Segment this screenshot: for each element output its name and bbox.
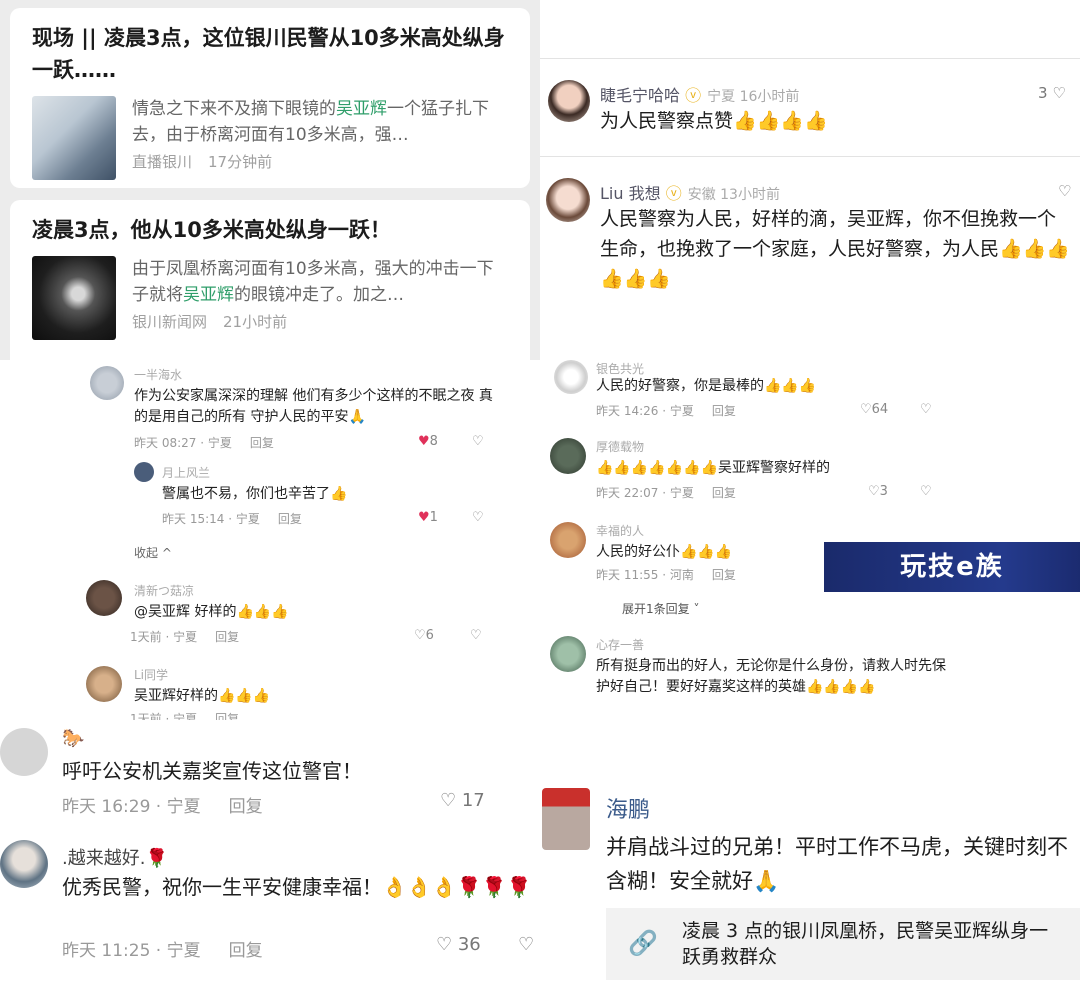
avatar xyxy=(134,462,154,482)
like-button[interactable]: ♡ xyxy=(1058,182,1071,200)
news-title: 现场 || 凌晨3点，这位银川民警从10多米高处纵身一跃…… xyxy=(32,26,505,82)
like-button[interactable]: ♥8 xyxy=(418,434,438,449)
avatar xyxy=(0,840,48,888)
comment-text: 👍👍👍👍👍👍👍吴亚辉警察好样的 xyxy=(596,460,831,476)
comment-author: 银色共光 xyxy=(596,362,645,376)
like-button[interactable]: ♡3 xyxy=(868,484,888,499)
comment-meta: 昨天 22:07 · 宁夏 回复 xyxy=(596,486,736,500)
divider xyxy=(540,58,1080,59)
avatar xyxy=(554,360,588,394)
comment-author: 厚德载物 xyxy=(596,440,645,454)
comments-panel-top-right: 睫毛宁哈哈 ⓥ 宁夏 16小时前 3 ♡ 为人民警察点赞👍👍👍👍 Liu 我想 ⓥ… xyxy=(540,0,1080,360)
comment-text: 吴亚辉好样的👍👍👍 xyxy=(134,688,271,704)
expand-replies-button[interactable]: 展开1条回复 ˅ xyxy=(622,600,699,617)
collapse-replies-button[interactable]: 收起 ^ xyxy=(134,544,172,561)
news-meta: 直播银川 17分钟前 xyxy=(132,153,273,171)
comment-meta: 昨天 16:29 · 宁夏 回复 xyxy=(62,797,263,817)
comment-text: 所有挺身而出的好人，无论你是什么身份，请救人时先保护好自己！要好好嘉奖这样的英雄… xyxy=(596,658,946,695)
avatar xyxy=(0,728,48,776)
avatar xyxy=(546,178,590,222)
comment-text: 人民的好公仆👍👍👍 xyxy=(596,544,733,560)
dislike-icon[interactable]: ♡ xyxy=(920,484,932,499)
news-thumbnail xyxy=(32,256,116,340)
comment-author: 🐎 xyxy=(62,728,85,749)
news-card-1[interactable]: 现场 || 凌晨3点，这位银川民警从10多米高处纵身一跃…… 情急之下来不及摘下… xyxy=(10,8,530,188)
comment-author: 月上风兰 xyxy=(162,466,211,480)
news-card-2[interactable]: 凌晨3点，他从10多米高处纵身一跃！ 由于凤凰桥离河面有10多米高，强大的冲击一… xyxy=(10,200,530,360)
comment-author: 清新つ菇凉 xyxy=(134,584,195,598)
comment-author: 一半海水 xyxy=(134,368,183,382)
comment-text: 呼吁公安机关嘉奖宣传这位警官！ xyxy=(62,759,362,783)
dislike-icon[interactable]: ♡ xyxy=(470,628,482,643)
like-button[interactable]: 3 ♡ xyxy=(1038,84,1066,102)
comment-author: 睫毛宁哈哈 ⓥ 宁夏 16小时前 xyxy=(600,86,800,105)
comment-meta: 1天前 · 宁夏 回复 xyxy=(130,712,240,720)
news-summary: 由于凤凰桥离河面有10多米高，强大的冲击一下子就将吴亚辉的眼镜冲走了。加之… xyxy=(132,259,494,305)
like-button[interactable]: ♡ 17 xyxy=(440,790,485,811)
dislike-icon[interactable]: ♡ xyxy=(472,434,484,449)
news-summary: 情急之下来不及摘下眼镜的吴亚辉一个猛子扎下去，由于桥离河面有10多米高，强… xyxy=(132,99,489,145)
avatar xyxy=(550,438,586,474)
comment-text: 并肩战斗过的兄弟！平时工作不马虎，关键时刻不含糊！安全就好🙏 xyxy=(606,835,1068,893)
divider xyxy=(540,156,1080,157)
like-button[interactable]: ♡ 36 xyxy=(436,934,481,955)
avatar xyxy=(550,522,586,558)
linked-article[interactable]: 🔗 凌晨 3 点的银川凤凰桥，民警吴亚辉纵身一跃勇救群众 xyxy=(606,908,1080,980)
comment-meta: 昨天 11:25 · 宁夏 回复 xyxy=(62,941,263,961)
comment-author: 海鹏 xyxy=(606,798,651,823)
avatar xyxy=(86,666,122,702)
comment-meta: 1天前 · 宁夏 回复 xyxy=(130,630,240,644)
like-button[interactable]: ♡64 xyxy=(860,402,888,417)
comment-meta: 昨天 08:27 · 宁夏 回复 xyxy=(134,436,274,450)
comments-panel-mid-left: 一半海水 作为公安家属深深的理解 他们有多少个这样的不眠之夜 真的是用自己的所有… xyxy=(0,360,540,720)
avatar xyxy=(550,636,586,672)
news-title: 凌晨3点，他从10多米高处纵身一跃！ xyxy=(32,218,391,242)
avatar xyxy=(542,788,590,850)
dislike-icon[interactable]: ♡ xyxy=(518,934,534,955)
comment-author: Liu 我想 ⓥ 安徽 13小时前 xyxy=(600,184,780,203)
comments-panel-bottom-left: 🐎 呼吁公安机关嘉奖宣传这位警官！ 昨天 16:29 · 宁夏 回复 ♡ 17 .… xyxy=(0,720,540,982)
avatar xyxy=(86,580,122,616)
comments-panel-bottom-right: 海鹏 并肩战斗过的兄弟！平时工作不马虎，关键时刻不含糊！安全就好🙏 🔗 凌晨 3… xyxy=(540,720,1080,982)
comment-author: Li同学 xyxy=(134,668,169,682)
comment-author: .越来越好.🌹 xyxy=(62,848,168,869)
dislike-icon[interactable]: ♡ xyxy=(920,402,932,417)
comment-meta: 昨天 14:26 · 宁夏 回复 xyxy=(596,404,736,418)
comment-text: @吴亚辉 好样的👍👍👍 xyxy=(134,604,289,620)
like-button[interactable]: ♥1 xyxy=(418,510,438,525)
comment-author: 幸福的人 xyxy=(596,524,645,538)
comment-text: 警属也不易，你们也辛苦了👍 xyxy=(162,486,348,502)
avatar xyxy=(548,80,590,122)
dislike-icon[interactable]: ♡ xyxy=(472,510,484,525)
comment-text: 优秀民警，祝你一生平安健康幸福！👌👌👌🌹🌹🌹 xyxy=(62,875,532,899)
comment-meta: 昨天 15:14 · 宁夏 回复 xyxy=(162,512,302,526)
news-panel: 现场 || 凌晨3点，这位银川民警从10多米高处纵身一跃…… 情急之下来不及摘下… xyxy=(0,0,540,360)
comments-panel-mid-right: 银色共光 人民的好警察，你是最棒的👍👍👍 昨天 14:26 · 宁夏 回复 ♡64… xyxy=(540,360,1080,720)
comment-text: 人民的好警察，你是最棒的👍👍👍 xyxy=(596,378,817,394)
comment-author: 心存一善 xyxy=(596,638,645,652)
brand-watermark: 玩技e族 xyxy=(824,542,1080,592)
comment-text: 作为公安家属深深的理解 他们有多少个这样的不眠之夜 真的是用自己的所有 守护人民… xyxy=(134,388,493,425)
comment-text: 为人民警察点赞👍👍👍👍 xyxy=(600,110,828,132)
like-button[interactable]: ♡6 xyxy=(414,628,434,643)
linked-article-title: 凌晨 3 点的银川凤凰桥，民警吴亚辉纵身一跃勇救群众 xyxy=(682,920,1049,968)
news-thumbnail xyxy=(32,96,116,180)
comment-meta: 昨天 11:55 · 河南 回复 xyxy=(596,568,736,582)
news-meta: 银川新闻网 21小时前 xyxy=(132,313,288,331)
comment-text: 人民警察为人民，好样的滴，吴亚辉，你不但挽救一个生命，也挽救了一个家庭，人民好警… xyxy=(600,208,1070,290)
avatar xyxy=(90,366,124,400)
link-icon: 🔗 xyxy=(628,929,658,957)
